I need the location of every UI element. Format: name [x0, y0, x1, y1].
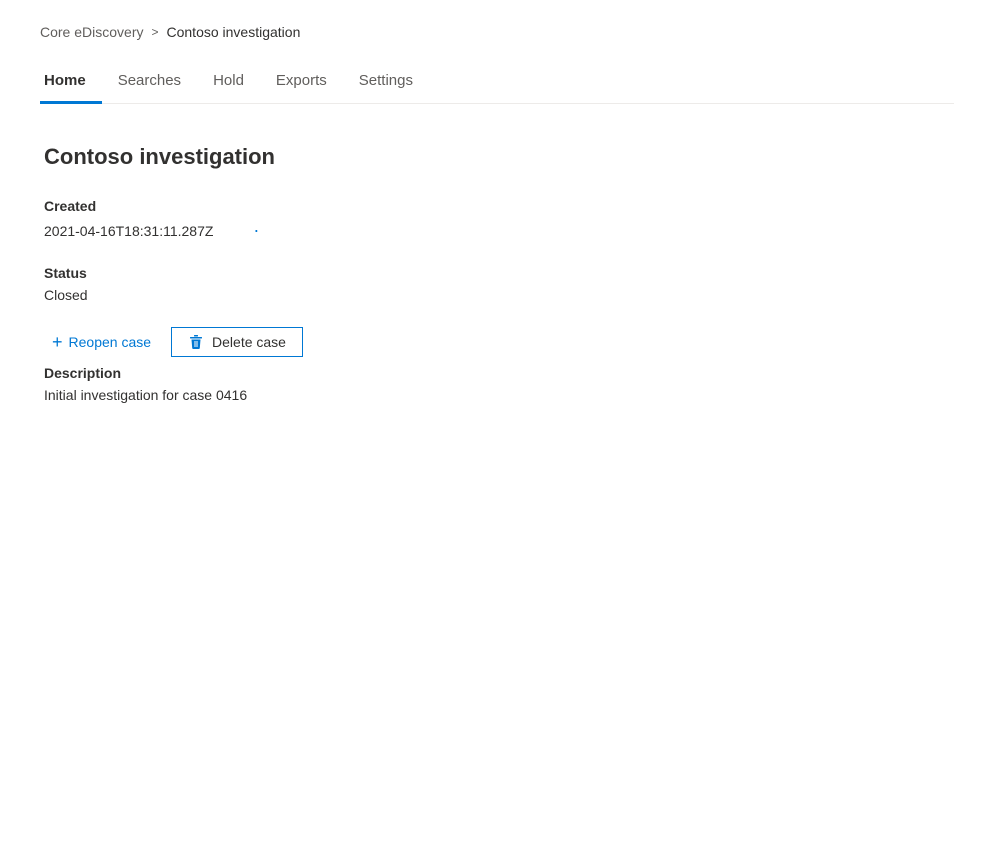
breadcrumb-separator: >	[151, 25, 158, 39]
created-value: 2021-04-16T18:31:11.287Z	[44, 223, 213, 239]
page-container: Core eDiscovery > Contoso investigation …	[0, 0, 994, 475]
content-area: Contoso investigation Created 2021-04-16…	[40, 136, 954, 435]
actions-row: + Reopen case Delete case	[44, 327, 950, 357]
breadcrumb-current: Contoso investigation	[167, 24, 301, 40]
status-label: Status	[44, 265, 950, 281]
dot-indicator: ·	[253, 220, 259, 241]
description-value: Initial investigation for case 0416	[44, 387, 950, 403]
trash-icon	[188, 334, 204, 350]
description-label: Description	[44, 365, 950, 381]
tab-searches[interactable]: Searches	[102, 60, 197, 104]
delete-case-button[interactable]: Delete case	[171, 327, 303, 357]
breadcrumb-parent[interactable]: Core eDiscovery	[40, 24, 143, 40]
tab-hold[interactable]: Hold	[197, 60, 260, 104]
tabs-container: Home Searches Hold Exports Settings	[40, 60, 954, 104]
created-field-group: Created 2021-04-16T18:31:11.287Z ·	[44, 198, 950, 241]
created-label: Created	[44, 198, 950, 214]
breadcrumb: Core eDiscovery > Contoso investigation	[40, 24, 954, 40]
delete-label: Delete case	[212, 334, 286, 350]
status-value: Closed	[44, 287, 950, 303]
page-title: Contoso investigation	[44, 144, 950, 170]
plus-icon: +	[52, 333, 63, 351]
reopen-label: Reopen case	[69, 334, 152, 350]
status-field-group: Status Closed	[44, 265, 950, 303]
tab-home[interactable]: Home	[40, 60, 102, 104]
tab-exports[interactable]: Exports	[260, 60, 343, 104]
reopen-case-button[interactable]: + Reopen case	[44, 327, 159, 357]
description-field-group: Description Initial investigation for ca…	[44, 365, 950, 403]
tab-settings[interactable]: Settings	[343, 60, 429, 104]
